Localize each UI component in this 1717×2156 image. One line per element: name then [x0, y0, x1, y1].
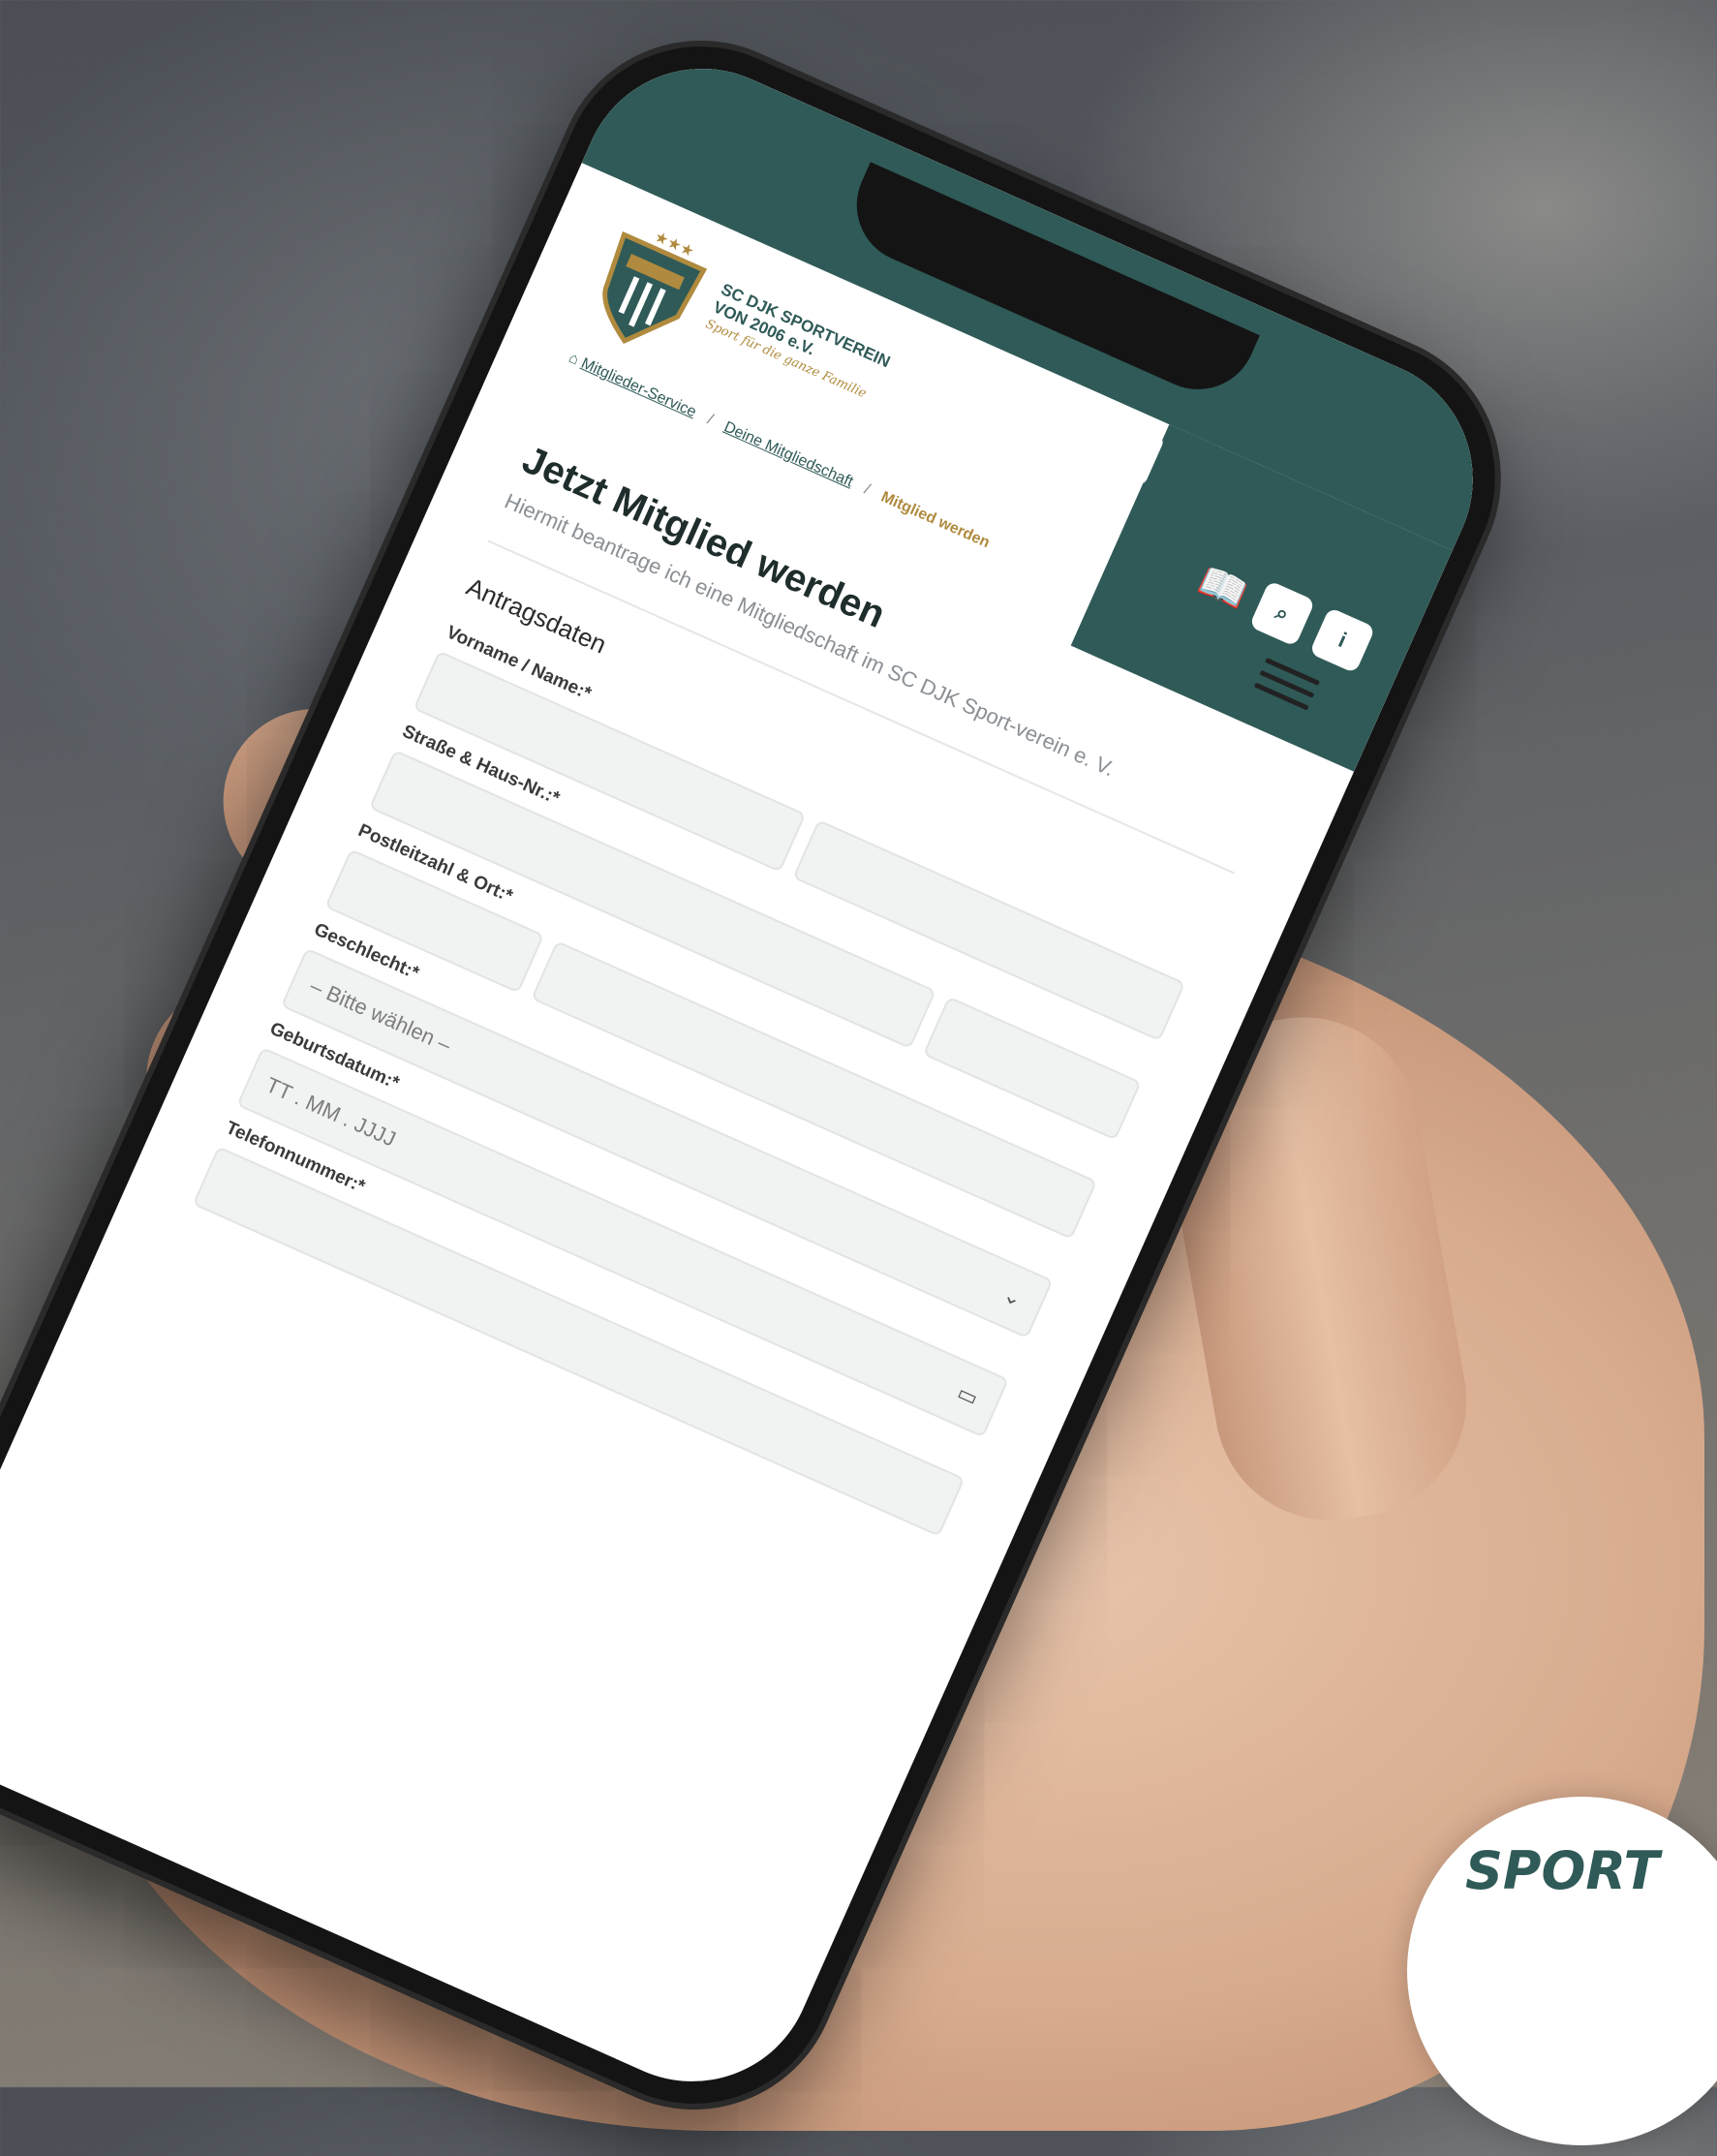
search-icon: ⌕ — [1272, 600, 1293, 627]
info-icon: i — [1334, 628, 1351, 653]
club-name[interactable]: SC DJK SPORTVEREIN VON 2006 e.V. Sport f… — [702, 280, 893, 408]
calendar-icon[interactable]: ▭ — [953, 1380, 982, 1411]
font-smaller-button[interactable]: A- — [982, 366, 1053, 436]
breadcrumb-current: Mitglied werden — [878, 488, 993, 552]
badge-text: SPORT — [1465, 1840, 1660, 1901]
club-crest-logo[interactable]: ★★★ — [574, 208, 722, 367]
breadcrumb-separator: / — [861, 480, 873, 499]
home-icon[interactable]: ⌂ — [567, 350, 582, 368]
font-normal-button[interactable]: A — [1039, 391, 1109, 461]
breadcrumb-link-mitglieder-service[interactable]: Mitglieder-Service — [579, 355, 699, 421]
chevron-down-icon: ⌄ — [999, 1281, 1027, 1312]
contrast-icon: ◐ — [951, 363, 971, 388]
badge-text-d: D — [1655, 2016, 1707, 2087]
breadcrumb-separator: / — [704, 411, 716, 429]
contrast-toggle-button[interactable]: ◐ — [926, 341, 996, 411]
breadcrumb-link-deine-mitgliedschaft[interactable]: Deine Mitgliedschaft — [721, 418, 856, 490]
